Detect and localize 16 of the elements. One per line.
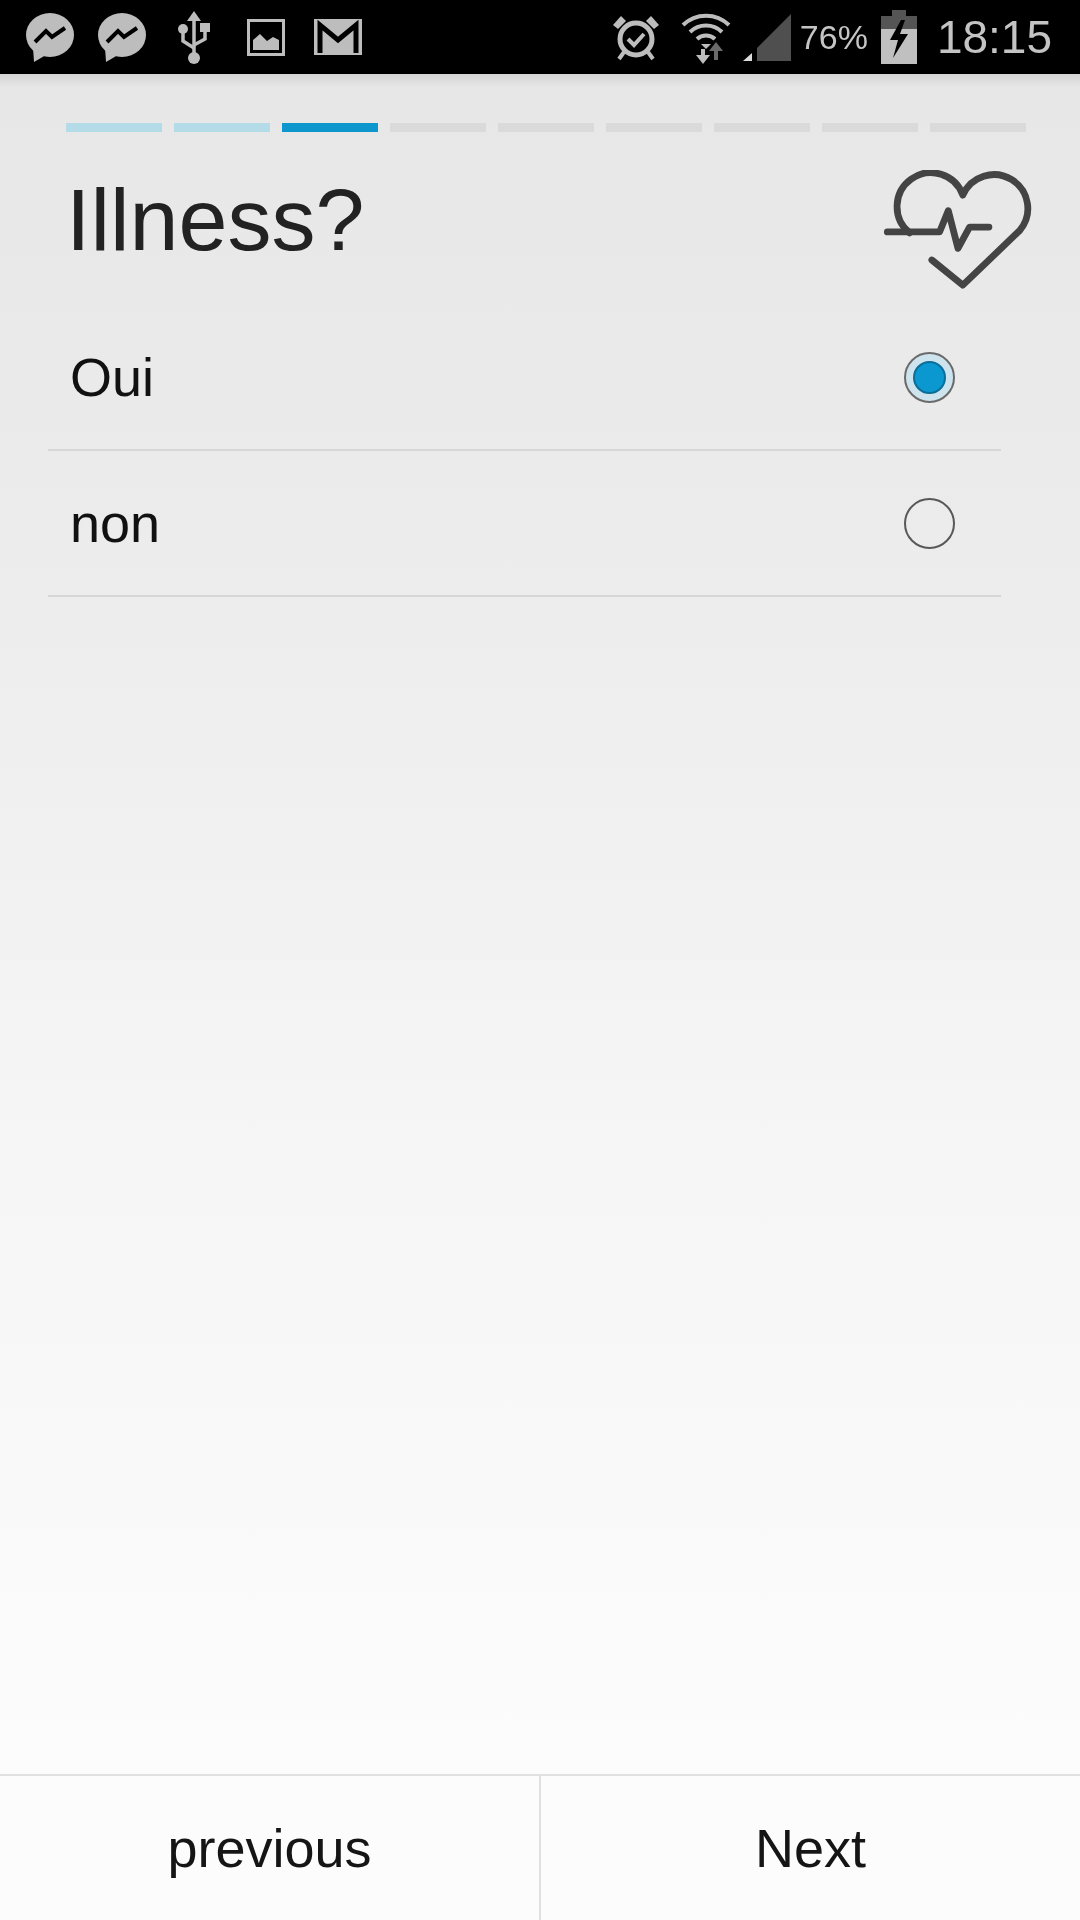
clock-time: 18:15 [936,11,1052,63]
battery-charging-icon [880,10,917,64]
alarm-clock-icon [610,13,661,61]
image-icon [247,18,285,56]
option-label[interactable]: Oui [70,347,155,407]
signal-icon [742,13,791,61]
battery-percentage: 76% [799,17,868,57]
mail-icon [314,19,362,55]
radio-button[interactable] [904,351,955,403]
question-title: Illness? [66,176,365,264]
option-label[interactable]: non [70,493,161,553]
usb-icon [178,10,210,64]
messenger-icon [25,12,75,62]
heart-pulse-icon [882,170,1032,290]
messenger-icon [97,12,147,62]
radio-button[interactable] [904,497,955,549]
